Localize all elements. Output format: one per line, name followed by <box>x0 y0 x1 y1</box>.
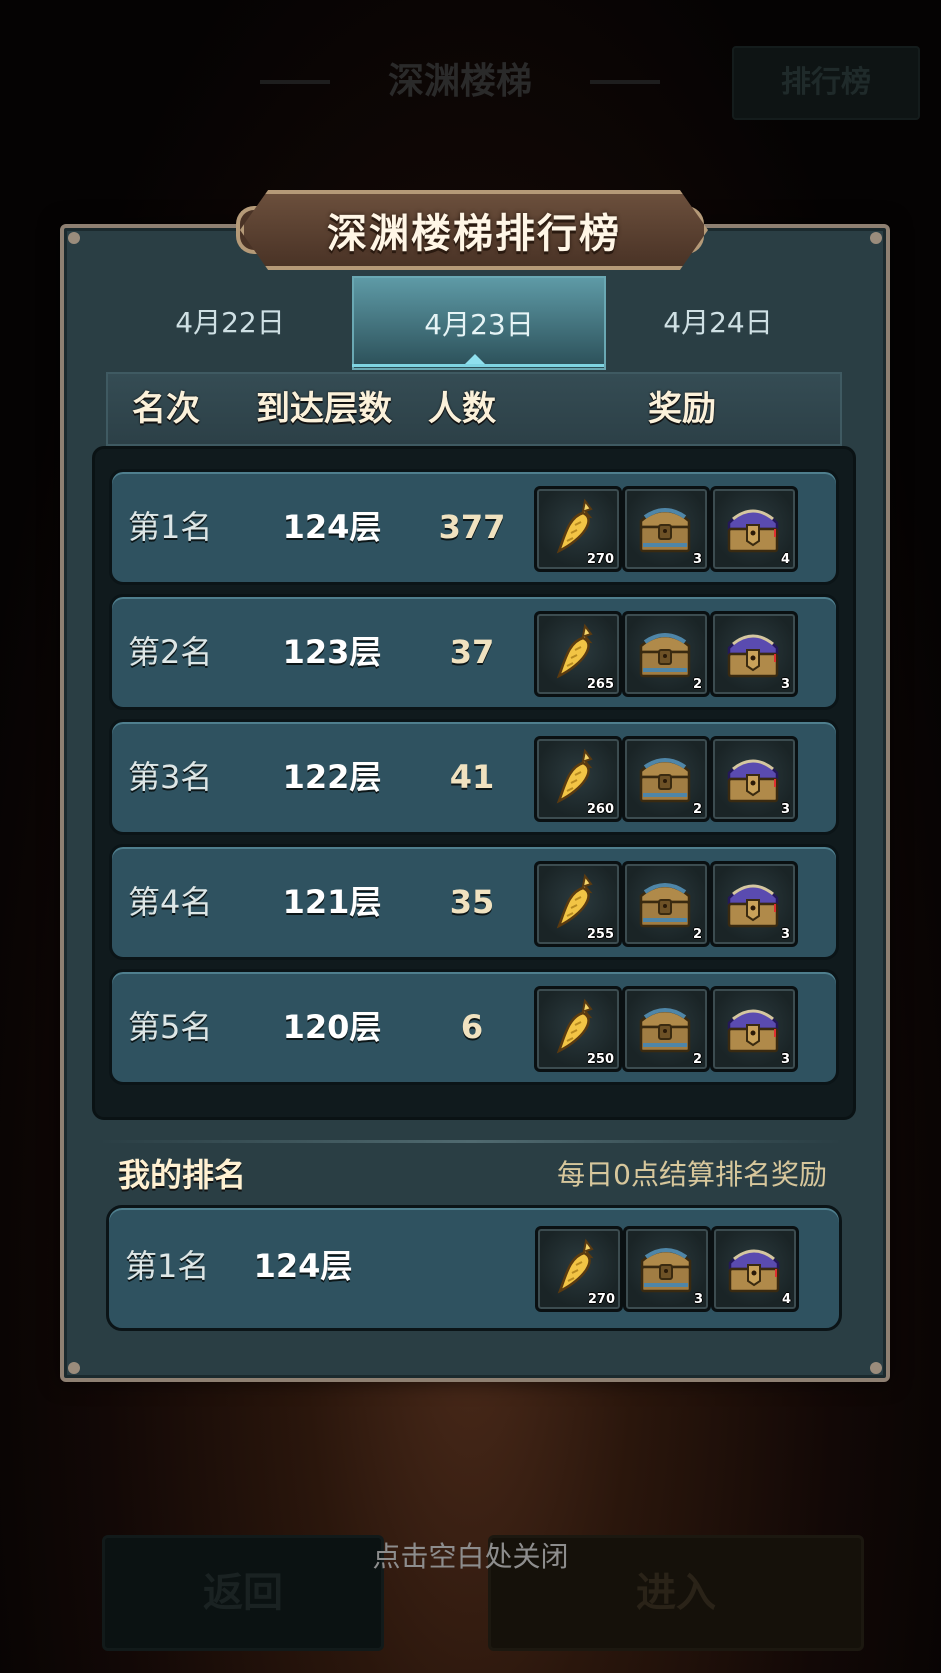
settlement-note: 每日0点结算排名奖励 <box>557 1158 827 1191</box>
ranking-row: 第2名 123层 37 265 2 3 <box>109 594 839 710</box>
row-floor: 122层 <box>282 758 382 796</box>
my-rank-floor: 124层 <box>253 1247 353 1285</box>
reward-slot[interactable]: 265 <box>534 611 622 697</box>
reward-quantity: 270 <box>587 1292 615 1307</box>
reward-slot[interactable]: 3 <box>623 1226 711 1312</box>
column-players: 人数 <box>428 389 496 429</box>
reward-quantity: 3 <box>693 1292 703 1307</box>
row-rank: 第4名 <box>128 883 213 921</box>
panel-corner-rivet <box>68 1362 80 1374</box>
row-player-count: 35 <box>449 883 495 921</box>
reward-slot[interactable]: 270 <box>534 486 622 572</box>
reward-quantity: 3 <box>780 677 790 692</box>
row-floor: 124层 <box>282 508 382 546</box>
row-rank: 第3名 <box>128 758 213 796</box>
modal-title: 深渊楼梯排行榜 <box>327 211 621 257</box>
reward-slot[interactable]: 3 <box>710 736 798 822</box>
reward-slot[interactable]: 4 <box>710 486 798 572</box>
row-player-count: 37 <box>449 633 495 671</box>
row-player-count: 377 <box>438 508 506 546</box>
reward-quantity: 4 <box>780 552 790 567</box>
reward-quantity: 3 <box>692 552 702 567</box>
column-rank: 名次 <box>132 389 200 429</box>
background-header-title: 深渊楼梯 <box>260 42 660 122</box>
row-player-count: 41 <box>449 758 495 796</box>
row-rank: 第5名 <box>128 1008 213 1046</box>
my-rank-row: 第1名 124层 270 3 4 <box>106 1205 842 1331</box>
reward-quantity: 270 <box>586 552 614 567</box>
reward-quantity: 255 <box>586 927 614 942</box>
row-rank: 第2名 <box>128 633 213 671</box>
ranking-list[interactable]: 第1名 124层 377 270 3 4 第2名 123层 37 265 2 3 第3名 122层 41 26… <box>92 446 856 1120</box>
reward-quantity: 265 <box>586 677 614 692</box>
column-reward: 奖励 <box>648 389 716 429</box>
reward-quantity: 3 <box>780 927 790 942</box>
reward-quantity: 2 <box>692 927 702 942</box>
ranking-row: 第1名 124层 377 270 3 4 <box>109 469 839 585</box>
row-player-count: 6 <box>460 1008 484 1046</box>
reward-slot[interactable]: 250 <box>534 986 622 1072</box>
row-rank: 第1名 <box>128 508 213 546</box>
reward-slot[interactable]: 3 <box>622 486 710 572</box>
ranking-row: 第5名 120层 6 250 2 3 <box>109 969 839 1085</box>
reward-quantity: 3 <box>780 1052 790 1067</box>
panel-corner-rivet <box>68 232 80 244</box>
reward-slot[interactable]: 3 <box>710 986 798 1072</box>
row-floor: 121层 <box>282 883 382 921</box>
reward-slot[interactable]: 4 <box>711 1226 799 1312</box>
my-rank-position: 第1名 <box>125 1247 210 1285</box>
background-leaderboard-button: 排行榜 <box>732 46 920 120</box>
reward-slot[interactable]: 3 <box>710 611 798 697</box>
reward-quantity: 4 <box>781 1292 791 1307</box>
panel-corner-rivet <box>870 232 882 244</box>
reward-slot[interactable]: 2 <box>622 736 710 822</box>
section-divider <box>98 1140 844 1143</box>
reward-quantity: 260 <box>586 802 614 817</box>
column-header: 名次 到达层数 人数 奖励 <box>106 372 842 446</box>
active-tab-pointer-icon <box>465 354 485 364</box>
reward-slot[interactable]: 2 <box>622 861 710 947</box>
reward-quantity: 3 <box>780 802 790 817</box>
column-floor: 到达层数 <box>256 389 392 429</box>
ranking-row: 第3名 122层 41 260 2 3 <box>109 719 839 835</box>
my-rank-label: 我的排名 <box>118 1156 247 1194</box>
title-plate: 深渊楼梯排行榜 <box>240 190 708 270</box>
reward-slot[interactable]: 270 <box>535 1226 623 1312</box>
active-tab-underline <box>352 364 604 367</box>
reward-quantity: 2 <box>692 802 702 817</box>
tab-date-1[interactable]: 4月22日 <box>110 276 350 366</box>
reward-slot[interactable]: 260 <box>534 736 622 822</box>
ranking-row: 第4名 121层 35 255 2 3 <box>109 844 839 960</box>
close-hint: 点击空白处关闭 <box>372 1540 569 1573</box>
row-floor: 123层 <box>282 633 382 671</box>
reward-quantity: 250 <box>586 1052 614 1067</box>
reward-slot[interactable]: 2 <box>622 611 710 697</box>
panel-corner-rivet <box>870 1362 882 1374</box>
reward-slot[interactable]: 3 <box>710 861 798 947</box>
tab-date-3[interactable]: 4月24日 <box>598 276 838 366</box>
reward-quantity: 2 <box>692 677 702 692</box>
reward-slot[interactable]: 255 <box>534 861 622 947</box>
reward-slot[interactable]: 2 <box>622 986 710 1072</box>
row-floor: 120层 <box>282 1008 382 1046</box>
reward-quantity: 2 <box>692 1052 702 1067</box>
